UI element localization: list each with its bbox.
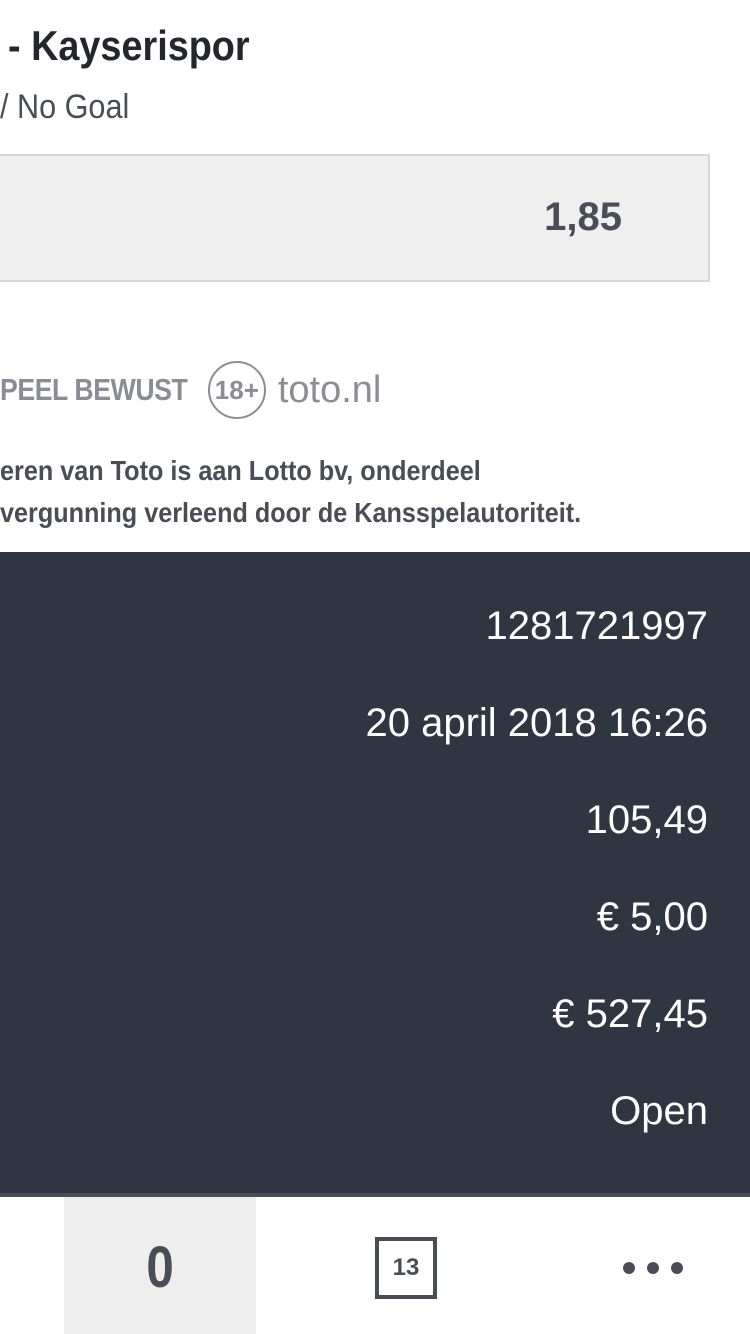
tab-calendar[interactable]: 13 [310, 1197, 502, 1334]
odds-value: 1,85 [544, 195, 622, 239]
bet-details-panel: 1281721997 20 april 2018 16:26 105,49 € … [0, 552, 750, 1193]
responsible-gambling-text: PEEL BEWUST [0, 372, 188, 407]
legal-disclaimer: eren van Toto is aan Lotto bv, onderdeel… [0, 450, 684, 534]
stake-amount: € 5,00 [596, 895, 708, 939]
potential-payout: € 527,45 [552, 992, 708, 1036]
legal-line-2: vergunning verleend door de Kansspelauto… [0, 497, 582, 528]
responsible-gambling-banner: PEEL BEWUST 18+ toto.nl [0, 360, 381, 420]
bets-count: 0 [146, 1235, 174, 1300]
more-icon [623, 1261, 683, 1274]
tab-more[interactable] [556, 1197, 750, 1334]
market-selection: / No Goal [0, 88, 130, 126]
calendar-day: 13 [392, 1253, 420, 1281]
match-title: - Kayserispor [8, 22, 250, 69]
bottom-tab-bar: 0 13 [0, 1193, 750, 1334]
age-restriction-badge: 18+ [207, 361, 266, 419]
ticket-number: 1281721997 [485, 604, 708, 648]
total-odds: 105,49 [585, 798, 708, 842]
legal-line-1: eren van Toto is aan Lotto bv, onderdeel [0, 455, 481, 486]
toto-logo: toto.nl [277, 368, 382, 411]
bet-date: 20 april 2018 16:26 [365, 701, 709, 745]
calendar-icon: 13 [375, 1236, 437, 1299]
tab-bets[interactable]: 0 [64, 1197, 256, 1334]
bet-status: Open [610, 1089, 708, 1133]
